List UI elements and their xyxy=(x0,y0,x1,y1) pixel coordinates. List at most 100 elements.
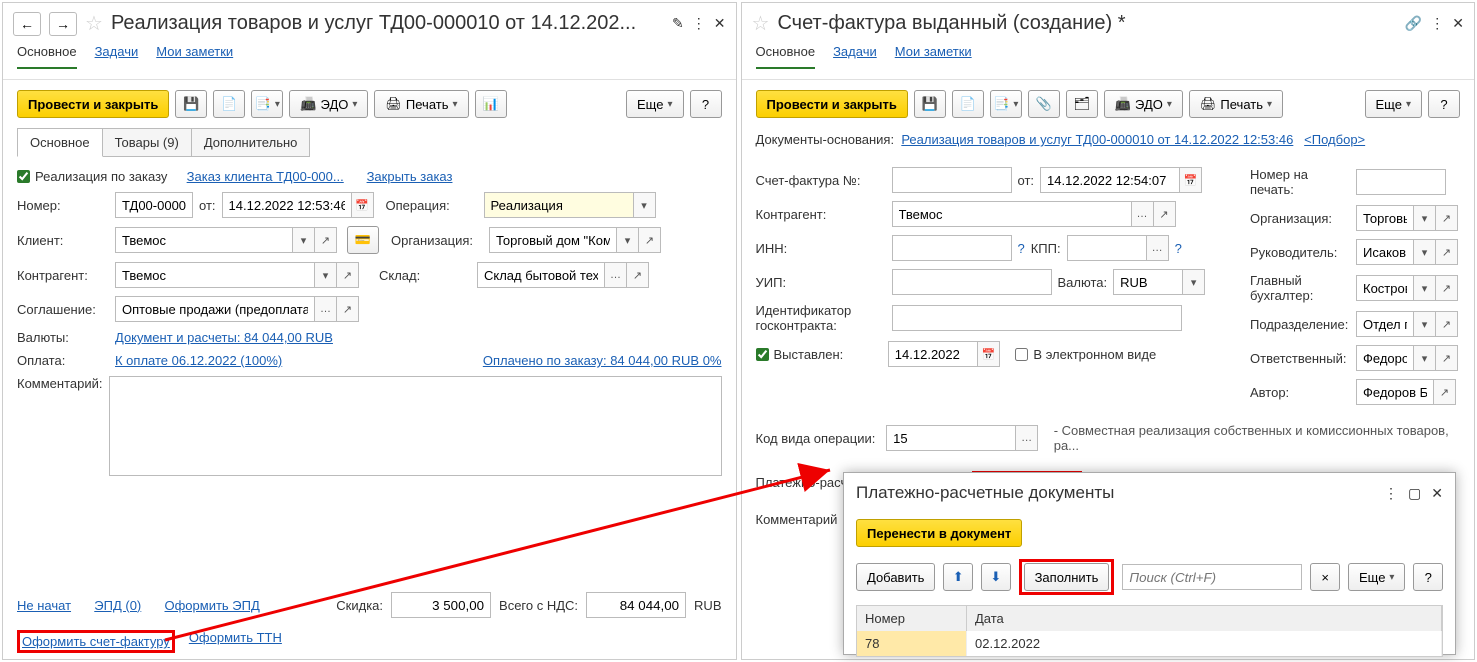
search-input[interactable] xyxy=(1122,564,1302,590)
clear-search-button[interactable]: × xyxy=(1310,563,1340,591)
issued-checkbox[interactable]: Выставлен: xyxy=(756,347,844,362)
dropdown-icon[interactable]: ▾ xyxy=(634,192,656,218)
dept-input[interactable] xyxy=(1356,311,1414,337)
client-input[interactable] xyxy=(115,227,293,253)
kpp-help-icon[interactable]: ? xyxy=(1175,241,1182,256)
issued-date-input[interactable] xyxy=(888,341,978,367)
popup-max-icon[interactable]: ▢ xyxy=(1408,485,1421,502)
paid-link[interactable]: Оплачено по заказу: 84 044,00 RUB 0% xyxy=(483,353,722,368)
govid-input[interactable] xyxy=(892,305,1182,331)
manager-input[interactable] xyxy=(1356,239,1414,265)
calendar-icon[interactable]: 📅 xyxy=(1180,167,1202,193)
operation-input[interactable] xyxy=(484,192,634,218)
back-button[interactable]: ← xyxy=(13,12,41,36)
col-number[interactable]: Номер xyxy=(857,606,967,631)
invoice-no-input[interactable] xyxy=(892,167,1012,193)
currency-link[interactable]: Документ и расчеты: 84 044,00 RUB xyxy=(115,330,333,345)
tab-tasks[interactable]: Задачи xyxy=(833,44,877,69)
total-input[interactable] xyxy=(586,592,686,618)
org-input[interactable] xyxy=(489,227,617,253)
link-icon[interactable]: 🔗 xyxy=(1405,15,1422,32)
card-button[interactable]: 💳 xyxy=(347,226,379,254)
counterparty-input[interactable] xyxy=(892,201,1132,227)
report-button[interactable]: 📊 xyxy=(475,90,507,118)
comment-textarea[interactable] xyxy=(109,376,722,476)
close-icon[interactable]: ✕ xyxy=(714,15,726,32)
basis-select-link[interactable]: <Подбор> xyxy=(1304,132,1365,147)
not-started-link[interactable]: Не начат xyxy=(17,598,71,613)
uip-input[interactable] xyxy=(892,269,1052,295)
inn-input[interactable] xyxy=(892,235,1012,261)
popup-more-icon[interactable]: ⋮ xyxy=(1384,485,1398,502)
basis-link[interactable]: Реализация товаров и услуг ТД00-000010 о… xyxy=(901,132,1293,147)
favorite-star-icon[interactable]: ☆ xyxy=(752,11,770,36)
subtab-extra[interactable]: Дополнительно xyxy=(191,128,311,157)
inn-help-icon[interactable]: ? xyxy=(1018,241,1025,256)
print-button[interactable]: 🖨 Печать ▾ xyxy=(1189,90,1283,118)
move-up-button[interactable]: ⬆ xyxy=(943,563,973,591)
close-icon[interactable]: ✕ xyxy=(1452,15,1464,32)
col-date[interactable]: Дата xyxy=(967,606,1442,631)
forward-button[interactable]: → xyxy=(49,12,77,36)
post-close-button[interactable]: Провести и закрыть xyxy=(756,90,908,118)
edo-button[interactable]: 📠 ЭДО ▾ xyxy=(1104,90,1183,118)
number-input[interactable] xyxy=(115,192,193,218)
fill-button[interactable]: Заполнить xyxy=(1024,563,1110,591)
invoice-date-input[interactable] xyxy=(1040,167,1180,193)
date-input[interactable] xyxy=(222,192,352,218)
org-input[interactable] xyxy=(1356,205,1414,231)
discount-input[interactable] xyxy=(391,592,491,618)
order-link[interactable]: Заказ клиента ТД00-000... xyxy=(187,169,344,184)
save-button[interactable]: 💾 xyxy=(175,90,207,118)
tab-notes[interactable]: Мои заметки xyxy=(156,44,233,69)
move-down-button[interactable]: ⬇ xyxy=(981,563,1011,591)
kpp-input[interactable] xyxy=(1067,235,1147,261)
print-no-input[interactable] xyxy=(1356,169,1446,195)
responsible-input[interactable] xyxy=(1356,345,1414,371)
electronic-checkbox[interactable]: В электронном виде xyxy=(1015,347,1156,362)
subtab-goods[interactable]: Товары (9) xyxy=(102,128,192,157)
popup-close-icon[interactable]: ✕ xyxy=(1431,485,1443,502)
add-button[interactable]: Добавить xyxy=(856,563,935,591)
dt-button[interactable]: 📑▾ xyxy=(990,90,1022,118)
currency-input[interactable] xyxy=(1113,269,1183,295)
post-close-button[interactable]: Провести и закрыть xyxy=(17,90,169,118)
post-button[interactable]: 📄 xyxy=(213,90,245,118)
open-icon[interactable]: ↗ xyxy=(315,227,337,253)
tab-main[interactable]: Основное xyxy=(756,44,816,69)
more-icon[interactable]: ⋮ xyxy=(692,15,706,32)
edit-icon[interactable]: ✎ xyxy=(672,15,684,32)
realize-by-order-checkbox[interactable]: Реализация по заказу xyxy=(17,169,167,184)
tab-notes[interactable]: Мои заметки xyxy=(895,44,972,69)
close-order-link[interactable]: Закрыть заказ xyxy=(367,169,453,184)
save-button[interactable]: 💾 xyxy=(914,90,946,118)
calendar-icon[interactable]: 📅 xyxy=(978,341,1000,367)
tab-tasks[interactable]: Задачи xyxy=(95,44,139,69)
edo-button[interactable]: 📠 ЭДО ▾ xyxy=(289,90,368,118)
more-button[interactable]: Еще ▾ xyxy=(626,90,683,118)
more-button[interactable]: Еще ▾ xyxy=(1365,90,1422,118)
tab-main[interactable]: Основное xyxy=(17,44,77,69)
print-button[interactable]: 🖨 Печать ▾ xyxy=(374,90,468,118)
accountant-input[interactable] xyxy=(1356,275,1414,301)
make-epd-link[interactable]: Оформить ЭПД xyxy=(165,598,260,613)
counterparty-input[interactable] xyxy=(115,262,315,288)
calendar-icon[interactable]: 📅 xyxy=(352,192,374,218)
epd-link[interactable]: ЭПД (0) xyxy=(94,598,141,613)
attach-button[interactable]: 📎 xyxy=(1028,90,1060,118)
transfer-button[interactable]: Перенести в документ xyxy=(856,519,1022,547)
make-ttn-link[interactable]: Оформить ТТН xyxy=(189,630,282,653)
list-button[interactable]: 🗂 xyxy=(1066,90,1098,118)
payment-link[interactable]: К оплате 06.12.2022 (100%) xyxy=(115,353,282,368)
popup-help-button[interactable]: ? xyxy=(1413,563,1443,591)
make-invoice-link[interactable]: Оформить счет-фактуру xyxy=(22,634,170,649)
favorite-star-icon[interactable]: ☆ xyxy=(85,11,103,36)
help-button[interactable]: ? xyxy=(690,90,722,118)
post-button[interactable]: 📄 xyxy=(952,90,984,118)
agreement-input[interactable] xyxy=(115,296,315,322)
warehouse-input[interactable] xyxy=(477,262,605,288)
help-button[interactable]: ? xyxy=(1428,90,1460,118)
popup-more-button[interactable]: Еще ▾ xyxy=(1348,563,1405,591)
op-code-input[interactable] xyxy=(886,425,1016,451)
author-input[interactable] xyxy=(1356,379,1434,405)
